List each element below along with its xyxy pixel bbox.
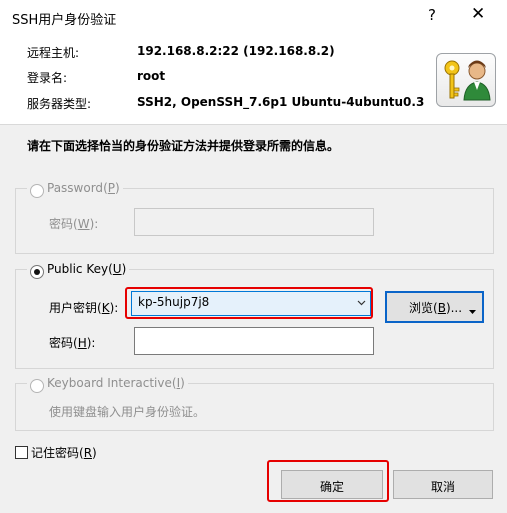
title-bar: SSH用户身份验证 ? ✕ [0, 0, 507, 35]
password-field-hotkey: W [77, 217, 90, 231]
browse-label: 浏览 [409, 301, 434, 315]
password-radio[interactable] [30, 184, 44, 198]
passphrase-hotkey: H [77, 336, 87, 350]
password-radio-label: Password [47, 181, 104, 195]
ok-label: 确定 [320, 480, 345, 494]
password-option[interactable]: Password(P) [27, 181, 123, 198]
host-label: 远程主机: [27, 46, 80, 60]
keyboard-interactive-hotkey: I [176, 376, 181, 390]
user-key-select[interactable]: kp-5hujp7j8 [131, 291, 371, 316]
cancel-label: 取消 [431, 480, 456, 494]
remember-password-hotkey: R [83, 446, 93, 460]
public-key-option[interactable]: Public Key(U) [27, 262, 130, 279]
login-value: root [137, 69, 166, 83]
radio-selected-dot [34, 269, 40, 275]
remember-password-checkbox[interactable] [15, 446, 28, 459]
password-input[interactable] [134, 208, 374, 236]
browse-button[interactable]: 浏览(B)... [385, 291, 484, 323]
user-key-label-wrap: 用户密钥(K): [49, 301, 119, 315]
help-button[interactable]: ? [428, 6, 436, 24]
dropdown-arrow-icon [469, 310, 476, 314]
remember-password-option[interactable]: 记住密码(R) [15, 444, 97, 461]
user-key-hotkey: K [101, 301, 110, 315]
keyboard-interactive-option[interactable]: Keyboard Interactive(I) [27, 376, 188, 393]
server-type-label: 服务器类型: [27, 97, 92, 111]
keyboard-interactive-description: 使用键盘输入用户身份验证。 [49, 405, 206, 419]
public-key-hotkey: U [112, 262, 122, 276]
ok-button[interactable]: 确定 [281, 470, 383, 499]
window-title: SSH用户身份验证 [12, 13, 117, 28]
password-hotkey: P [107, 181, 115, 195]
passphrase-label: 密码 [49, 336, 74, 350]
passphrase-input[interactable] [134, 327, 374, 355]
passphrase-label-wrap: 密码(H): [49, 336, 96, 350]
public-key-radio-label: Public Key [47, 262, 109, 276]
remember-password-label: 记住密码 [31, 446, 80, 460]
user-key-label: 用户密钥 [49, 301, 98, 315]
close-button[interactable]: ✕ [471, 4, 485, 24]
login-label: 登录名: [27, 71, 68, 85]
cancel-button[interactable]: 取消 [393, 470, 493, 499]
keyboard-interactive-radio[interactable] [30, 379, 44, 393]
keyboard-interactive-label: Keyboard Interactive [47, 376, 172, 390]
chevron-down-icon [357, 300, 366, 306]
instruction-text: 请在下面选择恰当的身份验证方法并提供登录所需的信息。 [27, 139, 340, 153]
user-key-value: kp-5hujp7j8 [138, 295, 210, 309]
browse-hotkey: B [437, 301, 446, 315]
server-type-value: SSH2, OpenSSH_7.6p1 Ubuntu-4ubuntu0.3 [137, 95, 425, 109]
user-key-icon [436, 53, 496, 107]
password-field-label: 密码 [49, 217, 74, 231]
host-value: 192.168.8.2:22 (192.168.8.2) [137, 44, 335, 58]
password-field-label-wrap: 密码(W): [49, 217, 99, 231]
public-key-radio[interactable] [30, 265, 44, 279]
